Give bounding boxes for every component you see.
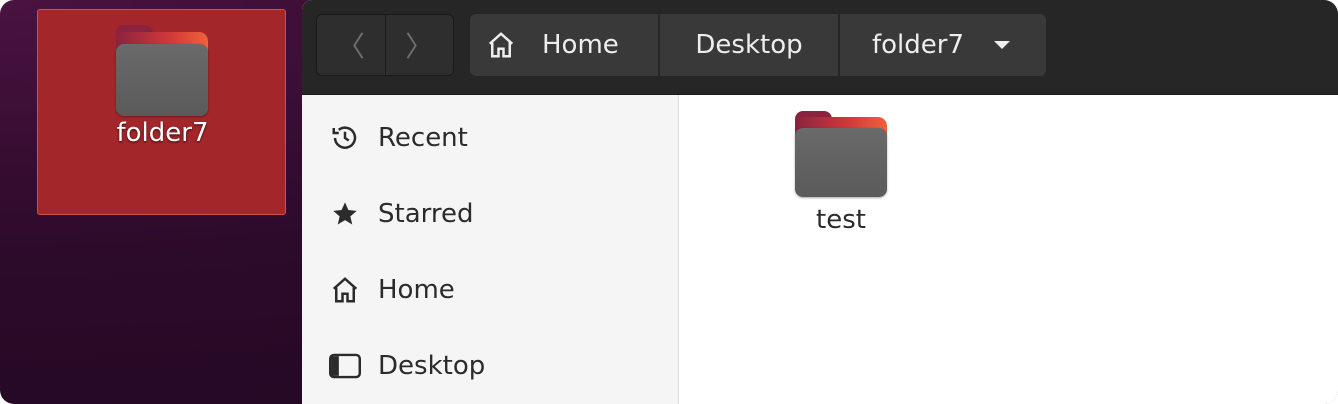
crumb-home-label: Home — [542, 30, 619, 60]
sidebar-item-home[interactable]: Home — [302, 260, 678, 320]
star-icon — [328, 200, 362, 228]
chevron-down-icon[interactable] — [992, 39, 1012, 51]
sidebar-item-recent[interactable]: Recent — [302, 108, 678, 168]
sidebar-item-label: Recent — [378, 123, 468, 153]
desktop-folder-item[interactable]: folder7 — [37, 9, 286, 215]
crumb-desktop-label: Desktop — [695, 30, 803, 60]
sidebar: Recent Starred Home Desktop — [302, 95, 679, 404]
back-button[interactable]: 〈 — [317, 15, 385, 75]
desktop-background: folder7 〈 〉 Home Desktop folder7 Recent … — [0, 0, 1338, 404]
clock-icon — [328, 123, 362, 153]
crumb-folder7-label: folder7 — [872, 30, 965, 60]
file-item-label[interactable]: test — [775, 205, 907, 235]
folder-icon[interactable] — [795, 110, 887, 197]
desktop-icon — [328, 353, 362, 379]
desktop-folder-label: folder7 — [116, 118, 209, 148]
home-icon — [328, 275, 362, 305]
navigation-buttons: 〈 〉 — [316, 14, 454, 76]
home-icon — [486, 30, 516, 60]
sidebar-item-desktop[interactable]: Desktop — [302, 336, 678, 396]
file-view: test — [679, 95, 1338, 404]
file-manager-window: 〈 〉 Home Desktop folder7 Recent Starred … — [302, 0, 1338, 404]
forward-button[interactable]: 〉 — [384, 15, 454, 75]
sidebar-item-label: Desktop — [378, 351, 486, 381]
folder-icon — [116, 25, 208, 116]
chevron-right-icon: 〉 — [405, 30, 434, 63]
chevron-left-icon: 〈 — [336, 30, 365, 63]
sidebar-item-label: Starred — [378, 199, 474, 229]
sidebar-item-label: Home — [378, 275, 455, 305]
crumb-folder7[interactable]: folder7 — [838, 14, 1046, 76]
crumb-home[interactable]: Home — [470, 14, 658, 76]
crumb-desktop[interactable]: Desktop — [658, 14, 838, 76]
headerbar: 〈 〉 Home Desktop folder7 — [302, 0, 1338, 95]
path-bar: Home Desktop folder7 — [470, 14, 1046, 76]
sidebar-item-starred[interactable]: Starred — [302, 184, 678, 244]
